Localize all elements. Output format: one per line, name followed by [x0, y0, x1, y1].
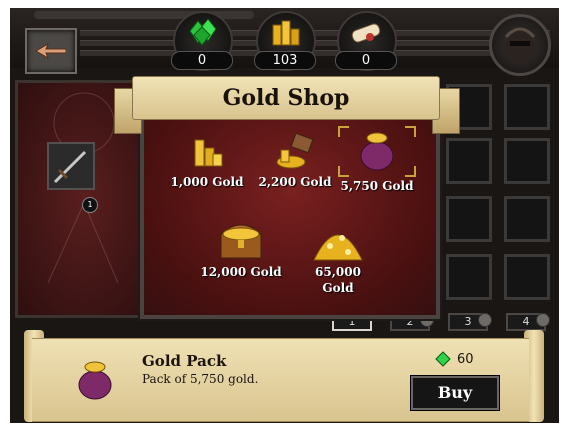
- dagger-icon: [53, 150, 87, 184]
- selection-corner: [405, 126, 416, 137]
- shop-item-1000-gold[interactable]: 1,000 Gold: [162, 130, 252, 190]
- selection-corner: [338, 126, 349, 137]
- inventory-slot[interactable]: [446, 138, 492, 184]
- price-value: 60: [457, 351, 474, 367]
- page-label: 4: [522, 315, 530, 328]
- top-bar: 0 103 0: [10, 8, 559, 76]
- game-screen: 0 103 0 1 1 2 3 4 Gold Shop 1,000 Gold 2…: [10, 8, 559, 423]
- inventory-slot[interactable]: [504, 254, 550, 300]
- shop-title-banner: Gold Shop: [132, 76, 440, 120]
- selection-corner: [338, 166, 349, 177]
- gold-coins-icon: [272, 20, 300, 46]
- inventory-slot[interactable]: [504, 196, 550, 242]
- item-label-line2: Gold: [322, 281, 354, 295]
- weapon-slot[interactable]: [47, 142, 95, 190]
- item-label: 65,000: [315, 265, 361, 279]
- gold-hoard-icon: [313, 234, 363, 261]
- treasure-chest-icon: [219, 224, 263, 259]
- shop-item-12000-gold[interactable]: 12,000 Gold: [196, 212, 286, 280]
- back-button[interactable]: [25, 28, 77, 74]
- gold-sack-icon: [78, 361, 112, 400]
- back-arrow-icon: [36, 43, 66, 59]
- coin-pile-icon: [276, 132, 314, 169]
- price-display: 60: [435, 351, 474, 367]
- lock-icon: [536, 313, 550, 327]
- buy-button[interactable]: Buy: [411, 376, 499, 410]
- item-label: 12,000 Gold: [200, 265, 282, 279]
- inventory-slot[interactable]: [446, 254, 492, 300]
- item-label: 2,200 Gold: [258, 175, 332, 189]
- inventory-page-4[interactable]: 4: [506, 313, 550, 331]
- item-label: 1,000 Gold: [170, 175, 244, 189]
- inventory-slot[interactable]: [446, 196, 492, 242]
- scroll-icon: [351, 23, 381, 43]
- inventory-page-3[interactable]: 3: [448, 313, 492, 331]
- scrolls-value: 0: [335, 51, 397, 70]
- gold-value: 103: [254, 51, 316, 70]
- shop-item-2200-gold[interactable]: 2,200 Gold: [250, 130, 340, 190]
- item-label: 5,750 Gold: [340, 179, 414, 193]
- shop-item-65000-gold[interactable]: 65,000 Gold: [293, 210, 383, 296]
- lock-icon: [478, 313, 492, 327]
- slot-badge: 1: [82, 197, 98, 213]
- details-title: Gold Pack: [142, 352, 227, 370]
- player-avatar[interactable]: [489, 14, 551, 76]
- helmet-portrait-icon: [504, 27, 536, 65]
- selection-corner: [405, 166, 416, 177]
- shop-item-5750-gold[interactable]: 5,750 Gold: [332, 126, 422, 194]
- gold-sack-icon: [360, 132, 394, 171]
- small-coin-stack-icon: [194, 139, 223, 167]
- emerald-gems-icon: [189, 18, 217, 46]
- gems-value: 0: [171, 51, 233, 70]
- shop-title: Gold Shop: [222, 85, 350, 111]
- inventory-slot[interactable]: [504, 84, 550, 130]
- details-description: Pack of 5,750 gold.: [142, 372, 259, 386]
- page-label: 3: [464, 315, 472, 328]
- inventory-slot[interactable]: [504, 138, 550, 184]
- emerald-icon: [435, 351, 451, 367]
